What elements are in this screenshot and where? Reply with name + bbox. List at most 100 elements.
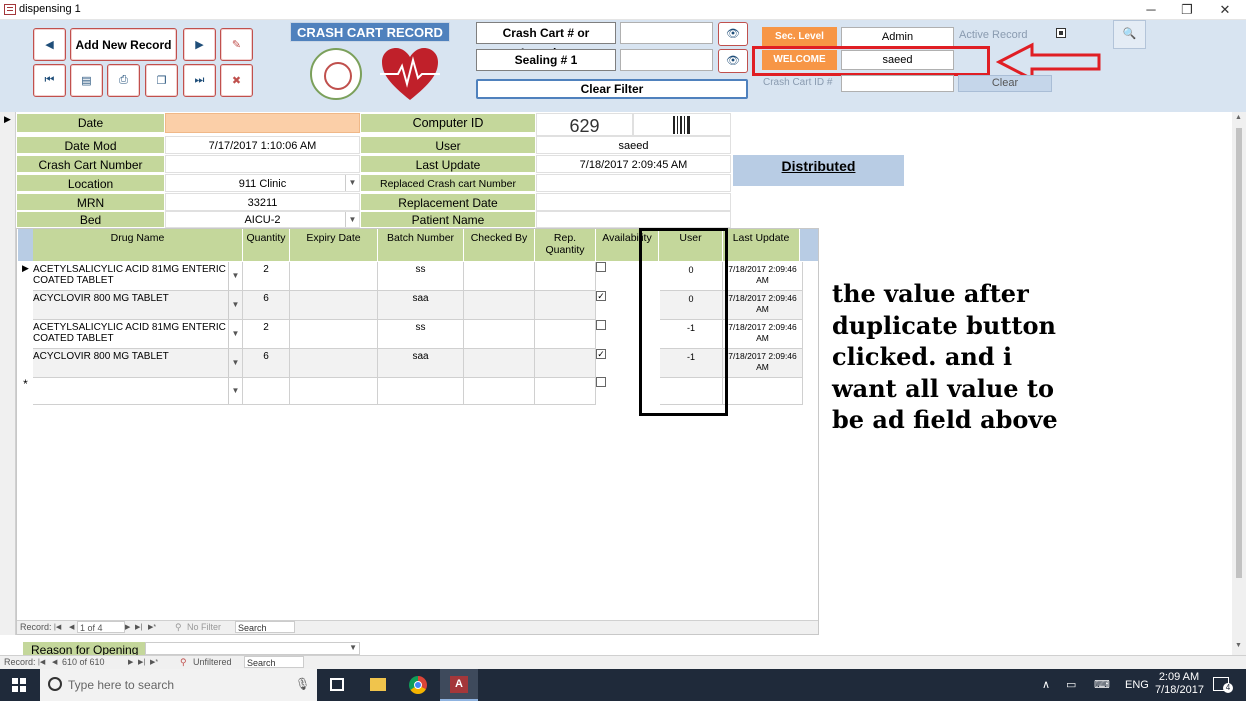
search-location-button[interactable]: 👁 bbox=[718, 22, 748, 46]
clear-filter-button[interactable]: Clear Filter bbox=[476, 79, 748, 99]
clear-button[interactable]: Clear bbox=[958, 75, 1052, 92]
table-row-expiry[interactable] bbox=[290, 262, 378, 291]
next-record-icon[interactable]: ▶ bbox=[125, 621, 130, 634]
new-row-expiry[interactable] bbox=[290, 378, 378, 405]
chevron-down-icon[interactable]: ▼ bbox=[228, 378, 242, 404]
availability-checkbox[interactable] bbox=[596, 320, 606, 330]
table-row-rep-qty[interactable] bbox=[535, 262, 596, 291]
copy-record-button[interactable]: ▤ bbox=[70, 64, 103, 97]
table-row-checked-by[interactable] bbox=[464, 262, 535, 291]
table-row-qty[interactable]: 6 bbox=[243, 349, 290, 378]
table-row-drug[interactable]: ACYCLOVIR 800 MG TABLET ▼ bbox=[33, 349, 243, 378]
main-filter-status[interactable]: Unfiltered bbox=[193, 656, 232, 669]
chevron-down-icon[interactable]: ▼ bbox=[228, 291, 242, 319]
task-view-icon[interactable] bbox=[330, 678, 344, 691]
notification-icon[interactable]: 4 bbox=[1213, 677, 1233, 693]
table-row-batch[interactable]: saa bbox=[378, 291, 464, 320]
table-row-rep-qty[interactable] bbox=[535, 349, 596, 378]
last-record-icon[interactable]: ▶| bbox=[138, 656, 145, 669]
new-record-icon[interactable]: ▶* bbox=[148, 621, 156, 634]
subform-record-position[interactable]: 1 of 4 bbox=[77, 621, 125, 633]
table-row-qty[interactable]: 2 bbox=[243, 262, 290, 291]
col-drug-name[interactable]: Drug Name bbox=[33, 229, 243, 261]
first-record-button[interactable]: ⏮ bbox=[33, 64, 66, 97]
reason-for-opening-combo[interactable]: ▼ bbox=[145, 642, 360, 655]
new-row-qty[interactable] bbox=[243, 378, 290, 405]
new-row-batch[interactable] bbox=[378, 378, 464, 405]
table-row-rep-qty[interactable] bbox=[535, 320, 596, 349]
file-explorer-icon[interactable] bbox=[362, 669, 394, 701]
last-record-icon[interactable]: ▶| bbox=[135, 621, 142, 634]
minimize-button[interactable]: ─ bbox=[1132, 0, 1170, 20]
taskbar-clock[interactable]: 2:09 AM 7/18/2017 bbox=[1155, 671, 1204, 697]
chevron-down-icon[interactable]: ▼ bbox=[345, 175, 359, 191]
crash-cart-id-input[interactable] bbox=[841, 75, 954, 92]
mrn-value[interactable]: 33211 bbox=[165, 193, 360, 211]
sealing-input[interactable] bbox=[620, 49, 713, 71]
col-rep-quantity[interactable]: Rep. Quantity bbox=[535, 229, 596, 261]
row-selector-current[interactable]: ▶ bbox=[18, 263, 33, 274]
col-checked-by[interactable]: Checked By bbox=[464, 229, 535, 261]
language-indicator[interactable]: ENG bbox=[1125, 679, 1149, 691]
date-field[interactable] bbox=[165, 113, 360, 133]
previous-record-icon[interactable]: ◀ bbox=[69, 621, 74, 634]
search-sealing-button[interactable]: 👁 bbox=[718, 49, 748, 73]
last-record-button[interactable]: ⏭ bbox=[183, 64, 216, 97]
print-button[interactable]: ⎙ bbox=[107, 64, 140, 97]
network-icon[interactable]: ▭ bbox=[1066, 678, 1076, 691]
col-batch-number[interactable]: Batch Number bbox=[378, 229, 464, 261]
new-row-checked-by[interactable] bbox=[464, 378, 535, 405]
chevron-down-icon[interactable]: ▼ bbox=[228, 320, 242, 348]
table-row-checked-by[interactable] bbox=[464, 320, 535, 349]
table-row-drug[interactable]: ACETYLSALICYLIC ACID 81MG ENTERIC COATED … bbox=[33, 320, 243, 349]
main-search-box[interactable]: Search bbox=[244, 656, 304, 668]
access-app-icon[interactable]: A bbox=[440, 669, 478, 701]
record-selector[interactable]: ▶ bbox=[0, 112, 16, 635]
chevron-down-icon[interactable]: ▼ bbox=[228, 262, 242, 290]
new-record-icon[interactable]: ▶* bbox=[150, 656, 158, 669]
subform-filter-status[interactable]: No Filter bbox=[187, 621, 221, 634]
first-record-icon[interactable]: |◀ bbox=[38, 656, 45, 669]
location-combo[interactable]: 911 Clinic ▼ bbox=[165, 174, 360, 192]
availability-checkbox-checked[interactable]: ✓ bbox=[596, 291, 606, 301]
vertical-scrollbar[interactable]: ▲ ▼ bbox=[1232, 112, 1246, 655]
table-row-drug[interactable]: ACYCLOVIR 800 MG TABLET ▼ bbox=[33, 291, 243, 320]
close-button[interactable]: ✕ bbox=[1206, 0, 1244, 20]
crash-cart-number-field[interactable] bbox=[165, 155, 360, 173]
first-record-icon[interactable]: |◀ bbox=[54, 621, 61, 634]
previous-record-button[interactable]: ◀ bbox=[33, 28, 66, 61]
duplicate-button[interactable]: ❐ bbox=[145, 64, 178, 97]
edit-record-button[interactable]: ✎ bbox=[220, 28, 253, 61]
scroll-thumb[interactable] bbox=[1236, 128, 1242, 578]
scroll-up-icon[interactable]: ▲ bbox=[1235, 114, 1242, 121]
taskbar-search-box[interactable]: Type here to search 🎙 bbox=[40, 669, 317, 701]
delete-record-button[interactable]: ✖ bbox=[220, 64, 253, 97]
table-row-qty[interactable]: 6 bbox=[243, 291, 290, 320]
replaced-crash-cart-field[interactable] bbox=[536, 174, 731, 192]
subform-search-box[interactable]: Search bbox=[235, 621, 295, 633]
new-row-drug[interactable]: ▼ bbox=[33, 378, 243, 405]
next-record-button[interactable]: ▶ bbox=[183, 28, 216, 61]
col-quantity[interactable]: Quantity bbox=[243, 229, 290, 261]
table-row-expiry[interactable] bbox=[290, 349, 378, 378]
new-row-availability-checkbox[interactable] bbox=[596, 377, 606, 387]
next-record-icon[interactable]: ▶ bbox=[128, 656, 133, 669]
chrome-icon[interactable] bbox=[402, 669, 434, 701]
chevron-down-icon[interactable]: ▼ bbox=[349, 643, 357, 652]
microphone-icon[interactable]: 🎙 bbox=[295, 677, 310, 691]
chevron-down-icon[interactable]: ▼ bbox=[228, 349, 242, 377]
availability-checkbox[interactable] bbox=[596, 262, 606, 272]
table-row-batch[interactable]: ss bbox=[378, 262, 464, 291]
tray-chevron-up-icon[interactable]: ∧ bbox=[1042, 678, 1050, 691]
previous-record-icon[interactable]: ◀ bbox=[52, 656, 57, 669]
table-row-expiry[interactable] bbox=[290, 291, 378, 320]
add-new-record-button[interactable]: Add New Record bbox=[70, 28, 177, 61]
table-row-checked-by[interactable] bbox=[464, 349, 535, 378]
bed-combo[interactable]: AICU-2 ▼ bbox=[165, 211, 360, 228]
table-row-expiry[interactable] bbox=[290, 320, 378, 349]
table-row-checked-by[interactable] bbox=[464, 291, 535, 320]
table-row-rep-qty[interactable] bbox=[535, 291, 596, 320]
chevron-down-icon[interactable]: ▼ bbox=[345, 212, 359, 227]
table-row-batch[interactable]: ss bbox=[378, 320, 464, 349]
crash-cart-location-input[interactable] bbox=[620, 22, 713, 44]
